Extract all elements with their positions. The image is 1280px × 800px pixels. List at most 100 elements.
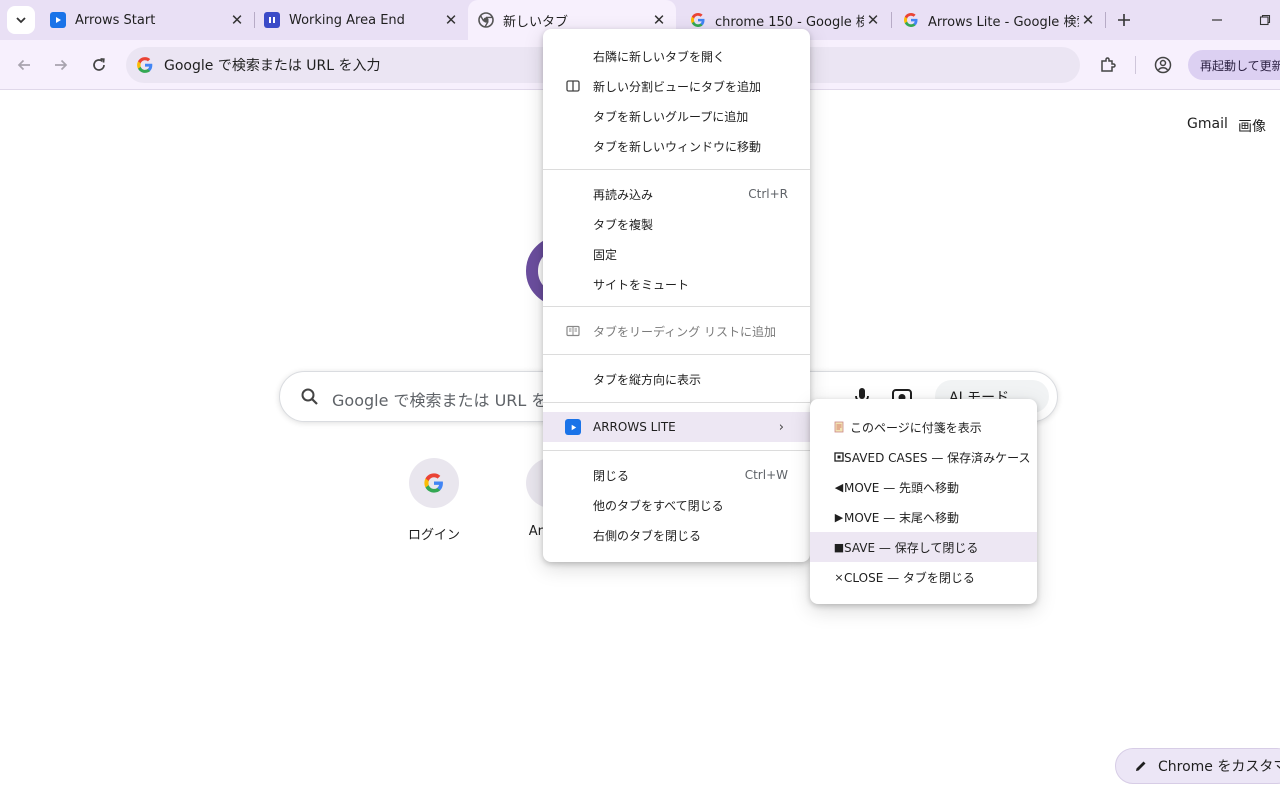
menu-item-reload[interactable]: 再読み込み Ctrl+R [543, 179, 810, 209]
tab-search-button[interactable] [7, 6, 35, 34]
minimize-button[interactable] [1202, 6, 1232, 34]
menu-item-label: タブを新しいウィンドウに移動 [593, 139, 762, 154]
menu-item-label: 閉じる [593, 468, 630, 483]
menu-item-split-view[interactable]: 新しい分割ビューにタブを追加 [543, 71, 810, 101]
menu-item-new-group[interactable]: タブを新しいグループに追加 [543, 101, 810, 131]
submenu-item-close-tab[interactable]: × CLOSE — タブを閉じる [810, 562, 1037, 592]
submenu-item-label: SAVED CASES — 保存済みケース [844, 450, 1031, 465]
menu-item-label: タブを縦方向に表示 [593, 372, 702, 387]
shortcut-label: ログイン [407, 528, 460, 543]
tab-divider [1105, 12, 1106, 28]
menu-item-shortcut: Ctrl+W [744, 468, 788, 482]
menu-separator [543, 450, 810, 451]
menu-item-close-right[interactable]: 右側のタブを閉じる [543, 520, 810, 550]
submenu-item-label: CLOSE — タブを閉じる [844, 570, 975, 585]
submenu-item-move-last[interactable]: ▶ MOVE — 末尾へ移動 [810, 502, 1037, 532]
reload-button[interactable] [85, 51, 113, 79]
reload-icon [93, 58, 105, 71]
menu-item-open-new-tab-right[interactable]: 右隣に新しいタブを開く [543, 41, 810, 71]
tab-divider [891, 12, 892, 28]
arrows-play-icon [50, 12, 66, 28]
menu-item-close-others[interactable]: 他のタブをすべて閉じる [543, 490, 810, 520]
menu-item-pin[interactable]: 固定 [543, 239, 810, 269]
menu-item-label: 他のタブをすべて閉じる [593, 498, 724, 513]
menu-item-shortcut: Ctrl+R [748, 187, 788, 201]
close-icon[interactable]: ✕ [1079, 11, 1097, 29]
arrows-play-icon [565, 419, 581, 435]
close-icon[interactable]: ✕ [650, 11, 668, 29]
shortcut-login[interactable]: ログイン [384, 458, 484, 543]
pencil-icon [1136, 761, 1146, 771]
profile-button[interactable] [1149, 51, 1177, 79]
menu-item-arrows-lite[interactable]: ARROWS LITE › [543, 412, 810, 442]
customize-label: Chrome をカスタマイズ [1158, 759, 1280, 775]
menu-item-label: ARROWS LITE [593, 420, 676, 434]
forward-button[interactable] [47, 51, 75, 79]
menu-item-vertical-tabs[interactable]: タブを縦方向に表示 [543, 364, 810, 394]
menu-item-label: 右側のタブを閉じる [593, 528, 702, 543]
tab-arrows-start[interactable]: Arrows Start ✕ [40, 0, 254, 40]
menu-item-label: 固定 [593, 247, 618, 262]
close-icon[interactable]: ✕ [442, 11, 460, 29]
minimize-icon [1212, 19, 1222, 21]
arrow-right-icon [55, 59, 68, 71]
google-icon [903, 12, 919, 28]
submenu-item-label: MOVE — 先頭へ移動 [844, 480, 960, 495]
puzzle-icon [1101, 57, 1116, 72]
menu-item-label: 右隣に新しいタブを開く [593, 49, 726, 64]
google-icon [409, 458, 459, 508]
menu-item-label: タブを複製 [593, 217, 654, 232]
arrows-pause-icon [264, 12, 280, 28]
menu-item-mute-site[interactable]: サイトをミュート [543, 269, 810, 299]
chevron-right-icon: › [778, 419, 784, 435]
tab-title: chrome 150 - Google 検索 [715, 14, 864, 30]
menu-item-reading-list: タブをリーディング リストに追加 [543, 316, 810, 346]
menu-item-close[interactable]: 閉じる Ctrl+W [543, 460, 810, 490]
toolbar-divider [1135, 56, 1136, 74]
menu-item-label: タブを新しいグループに追加 [593, 109, 749, 124]
menu-item-label: 再読み込み [593, 187, 654, 202]
menu-item-duplicate[interactable]: タブを複製 [543, 209, 810, 239]
tab-google-search-arrows[interactable]: Arrows Lite - Google 検索 ✕ [893, 0, 1105, 40]
menu-item-label: タブをリーディング リストに追加 [593, 324, 776, 339]
customize-chrome-button[interactable]: Chrome をカスタマイズ [1115, 748, 1280, 784]
google-icon [137, 57, 153, 73]
back-button[interactable] [10, 51, 38, 79]
submenu-item-show-notes[interactable]: このページに付箋を表示 [810, 412, 1037, 442]
restore-button[interactable] [1250, 6, 1280, 34]
submenu-item-move-first[interactable]: ◀ MOVE — 先頭へ移動 [810, 472, 1037, 502]
extensions-button[interactable] [1094, 51, 1122, 79]
submenu-item-save-close[interactable]: ■ SAVE — 保存して閉じる [810, 532, 1037, 562]
chevron-down-icon [16, 17, 26, 24]
restart-update-button[interactable]: 再起動して更新 [1188, 50, 1280, 80]
arrows-lite-submenu: このページに付箋を表示 SAVED CASES — 保存済みケース ◀ MOVE… [810, 399, 1037, 604]
restart-update-label: 再起動して更新 [1200, 58, 1280, 73]
new-tab-button[interactable] [1111, 7, 1137, 33]
menu-separator [543, 354, 810, 355]
plus-icon [1118, 14, 1130, 26]
close-icon[interactable]: ✕ [228, 11, 246, 29]
tab-title: 新しいタブ [503, 14, 569, 30]
chrome-icon [478, 12, 494, 28]
menu-item-move-new-window[interactable]: タブを新しいウィンドウに移動 [543, 131, 810, 161]
submenu-item-label: MOVE — 末尾へ移動 [844, 510, 960, 525]
close-icon[interactable]: ✕ [864, 11, 882, 29]
avatar-icon [1154, 56, 1172, 74]
menu-separator [543, 402, 810, 403]
gmail-link[interactable]: Gmail [1187, 116, 1228, 132]
tab-title: Arrows Lite - Google 検索 [928, 14, 1079, 30]
submenu-item-saved-cases[interactable]: SAVED CASES — 保存済みケース [810, 442, 1037, 472]
omnibox-text: Google で検索または URL を入力 [164, 58, 381, 74]
arrow-left-icon [17, 59, 30, 71]
images-link[interactable]: 画像 [1238, 116, 1266, 136]
reading-list-icon [565, 323, 581, 339]
split-view-icon [565, 78, 581, 94]
tab-title: Arrows Start [75, 12, 156, 28]
sticky-note-icon [832, 420, 846, 434]
tab-working-area-end[interactable]: Working Area End ✕ [254, 0, 468, 40]
google-icon [690, 12, 706, 28]
tab-context-menu: 右隣に新しいタブを開く 新しい分割ビューにタブを追加 タブを新しいグループに追加… [543, 29, 810, 562]
menu-item-label: 新しい分割ビューにタブを追加 [593, 79, 762, 94]
search-icon [301, 388, 318, 405]
restore-icon [1259, 14, 1271, 26]
